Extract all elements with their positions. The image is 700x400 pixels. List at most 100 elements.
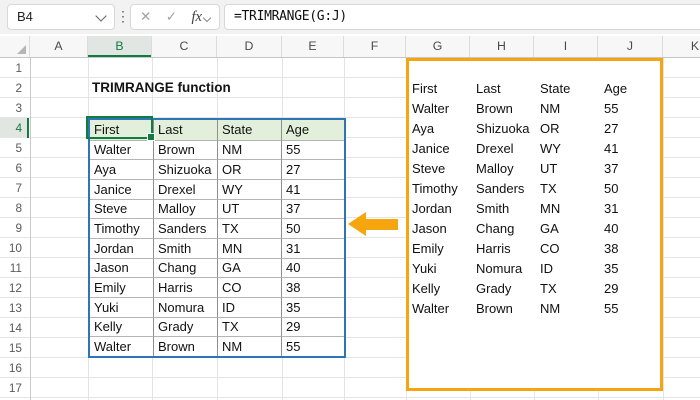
source-cell[interactable]: Smith (474, 198, 538, 218)
row-header[interactable]: 4 (0, 118, 29, 138)
source-cell[interactable]: NM (538, 298, 602, 318)
source-cell[interactable]: ID (538, 258, 602, 278)
table-header-cell[interactable]: Age (281, 120, 344, 140)
row-header[interactable]: 13 (0, 298, 29, 318)
source-cell[interactable]: 41 (602, 138, 659, 158)
table-cell[interactable]: 40 (281, 257, 344, 278)
name-box[interactable]: B4 (7, 4, 115, 30)
source-cell[interactable]: Kelly (410, 278, 474, 298)
table-cell[interactable]: 55 (281, 139, 344, 160)
row-header[interactable]: 12 (0, 278, 29, 298)
page-title[interactable]: TRIMRANGE function (92, 78, 231, 98)
table-cell[interactable]: GA (217, 257, 281, 278)
table-cell[interactable]: Drexel (153, 178, 217, 199)
table-cell[interactable]: Harris (153, 277, 217, 297)
table-cell[interactable]: Nomura (153, 296, 217, 317)
row-header[interactable]: 15 (0, 338, 29, 358)
table-cell[interactable]: TX (217, 218, 281, 238)
column-header-g[interactable]: G (406, 36, 470, 57)
table-header-cell[interactable]: Last (153, 120, 217, 140)
row-header[interactable]: 16 (0, 358, 29, 378)
source-cell[interactable]: 55 (602, 298, 659, 318)
source-cell[interactable]: Janice (410, 138, 474, 158)
table-cell[interactable]: TX (217, 316, 281, 337)
table-cell[interactable]: Walter (90, 139, 153, 160)
column-header-e[interactable]: E (282, 36, 344, 57)
column-header-j[interactable]: J (598, 36, 663, 57)
source-cell[interactable]: Grady (474, 278, 538, 298)
table-cell[interactable]: 50 (281, 218, 344, 238)
enter-icon[interactable]: ✓ (166, 5, 177, 29)
source-cell[interactable]: 55 (602, 98, 659, 118)
column-header-f[interactable]: F (344, 36, 406, 57)
table-cell[interactable]: Sanders (153, 218, 217, 238)
table-cell[interactable]: Brown (153, 139, 217, 160)
source-cell[interactable]: 38 (602, 238, 659, 258)
insert-function-icon[interactable]: fx (192, 9, 202, 25)
table-cell[interactable]: UT (217, 198, 281, 219)
source-header-cell[interactable]: State (538, 78, 602, 98)
table-cell[interactable]: Steve (90, 198, 153, 219)
source-cell[interactable]: Shizuoka (474, 118, 538, 138)
source-cell[interactable]: 27 (602, 118, 659, 138)
row-header[interactable]: 7 (0, 178, 29, 198)
row-header[interactable]: 17 (0, 378, 29, 398)
table-cell[interactable]: 35 (281, 296, 344, 317)
fill-handle[interactable] (147, 133, 155, 141)
table-cell[interactable]: Emily (90, 277, 153, 297)
table-cell[interactable]: Malloy (153, 198, 217, 219)
table-cell[interactable]: 37 (281, 198, 344, 219)
source-cell[interactable]: Emily (410, 238, 474, 258)
chevron-down-icon[interactable] (95, 10, 107, 22)
source-cell[interactable]: Yuki (410, 258, 474, 278)
source-cell[interactable]: NM (538, 98, 602, 118)
source-cell[interactable]: 29 (602, 278, 659, 298)
row-header[interactable]: 11 (0, 258, 29, 278)
source-cell[interactable]: Walter (410, 98, 474, 118)
table-cell[interactable]: NM (217, 139, 281, 160)
table-header-cell[interactable]: State (217, 120, 281, 140)
formula-input[interactable]: =TRIMRANGE(G:J) (224, 4, 700, 30)
row-header[interactable]: 8 (0, 198, 29, 218)
source-cell[interactable]: Brown (474, 298, 538, 318)
table-cell[interactable]: Jason (90, 257, 153, 278)
source-cell[interactable]: UT (538, 158, 602, 178)
table-cell[interactable]: Brown (153, 336, 217, 356)
table-cell[interactable]: Aya (90, 159, 153, 179)
table-cell[interactable]: Kelly (90, 316, 153, 337)
source-cell[interactable]: Aya (410, 118, 474, 138)
table-cell[interactable]: Walter (90, 336, 153, 356)
source-cell[interactable]: Steve (410, 158, 474, 178)
table-cell[interactable]: OR (217, 159, 281, 179)
table-cell[interactable]: Timothy (90, 218, 153, 238)
column-header-d[interactable]: D (217, 36, 282, 57)
table-cell[interactable]: ID (217, 296, 281, 317)
row-header[interactable]: 5 (0, 138, 29, 158)
cancel-icon[interactable]: ✕ (140, 5, 151, 29)
table-cell[interactable]: Grady (153, 316, 217, 337)
row-header[interactable]: 3 (0, 98, 29, 118)
source-cell[interactable]: Chang (474, 218, 538, 238)
table-cell[interactable]: 41 (281, 178, 344, 199)
table-cell[interactable]: 38 (281, 277, 344, 297)
table-cell[interactable]: Smith (153, 237, 217, 258)
row-header[interactable]: 14 (0, 318, 29, 338)
table-cell[interactable]: NM (217, 336, 281, 356)
column-header-c[interactable]: C (152, 36, 217, 57)
column-header-i[interactable]: I (534, 36, 598, 57)
column-header-h[interactable]: H (470, 36, 534, 57)
table-cell[interactable]: Janice (90, 178, 153, 199)
table-cell[interactable]: 55 (281, 336, 344, 356)
source-cell[interactable]: Brown (474, 98, 538, 118)
source-cell[interactable]: Walter (410, 298, 474, 318)
source-cell[interactable]: 35 (602, 258, 659, 278)
row-header[interactable]: 6 (0, 158, 29, 178)
source-cell[interactable]: Timothy (410, 178, 474, 198)
source-cell[interactable]: Nomura (474, 258, 538, 278)
source-cell[interactable]: Drexel (474, 138, 538, 158)
table-cell[interactable]: 31 (281, 237, 344, 258)
row-header[interactable]: 10 (0, 238, 29, 258)
table-cell[interactable]: WY (217, 178, 281, 199)
table-cell[interactable]: Jordan (90, 237, 153, 258)
table-cell[interactable]: CO (217, 277, 281, 297)
